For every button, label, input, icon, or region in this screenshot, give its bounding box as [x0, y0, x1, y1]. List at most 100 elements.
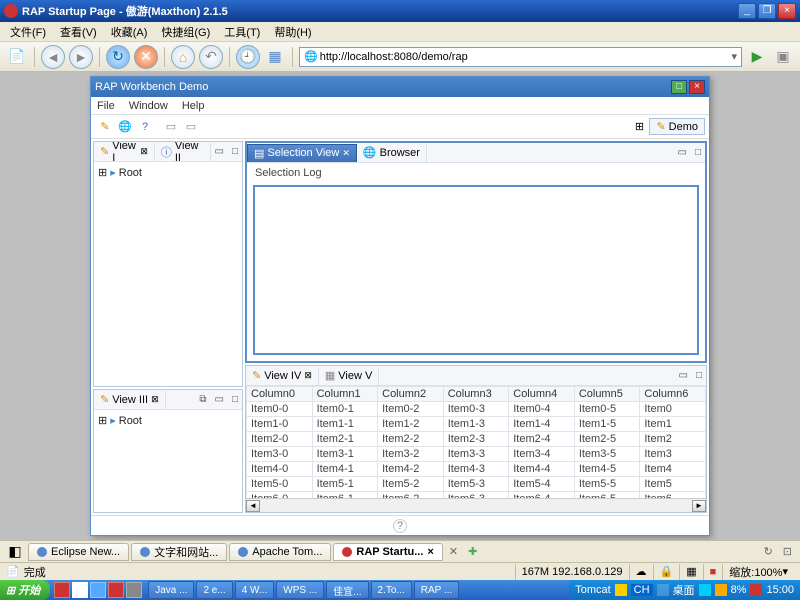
sidebar-button[interactable]: ▣	[772, 46, 794, 68]
undo-button[interactable]: ↶	[199, 45, 223, 69]
close-tab-icon[interactable]: ×	[427, 546, 433, 558]
table-row[interactable]: Item0-0Item0-1Item0-2Item0-3Item0-4Item0…	[247, 402, 706, 417]
table-row[interactable]: Item2-0Item2-1Item2-2Item2-3Item2-4Item2…	[247, 432, 706, 447]
url-input[interactable]	[320, 51, 730, 63]
feeds-button[interactable]: ▦	[264, 46, 286, 68]
minimize-view-button[interactable]: ▭	[675, 370, 692, 381]
ql-icon[interactable]	[72, 582, 88, 598]
help-icon[interactable]: ?	[393, 519, 407, 533]
status-zoom[interactable]: 缩放:100% ▾	[722, 564, 794, 580]
column-header[interactable]: Column6	[640, 387, 706, 402]
menu-groups[interactable]: 快捷组(G)	[155, 22, 216, 42]
close-icon[interactable]: ⊠	[304, 370, 312, 381]
maximize-view-button[interactable]: □	[228, 146, 242, 157]
table-row[interactable]: Item3-0Item3-1Item3-2Item3-3Item3-4Item3…	[247, 447, 706, 462]
menu-file[interactable]: 文件(F)	[4, 22, 52, 42]
address-bar[interactable]: 🌐 ▾	[299, 47, 742, 67]
selection-log-area[interactable]	[253, 185, 699, 355]
table-row[interactable]: Item1-0Item1-1Item1-2Item1-3Item1-4Item1…	[247, 417, 706, 432]
tree-node-root[interactable]: ⊞▸Root	[98, 414, 238, 427]
browser-tab[interactable]: 文字和网站...	[131, 543, 227, 561]
ql-icon[interactable]	[126, 582, 142, 598]
ql-icon[interactable]	[108, 582, 124, 598]
scroll-right-button[interactable]: ►	[692, 500, 706, 512]
close-tab-icon[interactable]: ✕	[445, 545, 462, 558]
rap-close-button[interactable]: ×	[689, 80, 705, 94]
start-button[interactable]: ⊞开始	[0, 580, 50, 600]
menu-tools[interactable]: 工具(T)	[218, 22, 266, 42]
expand-icon[interactable]: ⊞	[98, 166, 107, 179]
tab-view4[interactable]: ✎View IV⊠	[246, 367, 319, 385]
menu-favorites[interactable]: 收藏(A)	[105, 22, 154, 42]
minimize-view-button[interactable]: ▭	[674, 147, 691, 158]
expand-icon[interactable]: ⊞	[98, 414, 107, 427]
tray-ime[interactable]: CH	[631, 584, 653, 596]
task-button[interactable]: WPS ...	[276, 581, 324, 599]
horizontal-scrollbar[interactable]: ◄ ►	[246, 498, 706, 512]
task-button[interactable]: 佳宜...	[326, 581, 368, 599]
tab-list-button[interactable]: ◧	[4, 541, 26, 563]
view-menu-button[interactable]: ⧉	[195, 394, 210, 405]
restore-tab-icon[interactable]: ↻	[760, 545, 777, 558]
tree-node-root[interactable]: ⊞▸Root	[98, 166, 238, 179]
tree-view3[interactable]: ⊞▸Root	[94, 410, 242, 512]
globe-icon[interactable]: 🌐	[116, 118, 134, 136]
tab-view3[interactable]: ✎View III⊠	[94, 391, 166, 409]
rap-menu-window[interactable]: Window	[129, 100, 168, 112]
tray-tomcat[interactable]: Tomcat	[575, 584, 610, 596]
back-button[interactable]: ◄	[41, 45, 65, 69]
stop-button[interactable]: ✕	[134, 45, 158, 69]
dropdown-icon[interactable]: ▾	[729, 50, 739, 63]
tree-view1[interactable]: ⊞▸Root	[94, 162, 242, 386]
tab-browser[interactable]: 🌐Browser	[357, 144, 427, 162]
brush-icon[interactable]: ✎	[96, 118, 114, 136]
browser-tab[interactable]: Eclipse New...	[28, 543, 129, 561]
perspective-button[interactable]: ✎ Demo	[649, 118, 705, 135]
ql-icon[interactable]	[90, 582, 106, 598]
table-row[interactable]: Item6-0Item6-1Item6-2Item6-3Item6-4Item6…	[247, 492, 706, 498]
browser-tab[interactable]: Apache Tom...	[229, 543, 331, 561]
open-perspective-icon[interactable]: ⊞	[630, 118, 648, 136]
help-icon[interactable]: ?	[136, 118, 154, 136]
maximize-view-button[interactable]: □	[691, 147, 705, 158]
column-header[interactable]: Column0	[247, 387, 313, 402]
column-header[interactable]: Column1	[312, 387, 378, 402]
close-icon[interactable]: ⊠	[140, 146, 148, 157]
table-row[interactable]: Item4-0Item4-1Item4-2Item4-3Item4-4Item4…	[247, 462, 706, 477]
ql-icon[interactable]	[54, 582, 70, 598]
minimize-view-button[interactable]: ▭	[211, 394, 228, 405]
tray-icon[interactable]	[715, 584, 727, 596]
scroll-left-button[interactable]: ◄	[246, 500, 260, 512]
tray-desktop[interactable]: 桌面	[673, 582, 695, 598]
data-table[interactable]: Column0Column1Column2Column3Column4Colum…	[246, 386, 706, 498]
minimize-button[interactable]: _	[738, 3, 756, 19]
close-icon[interactable]: ✕	[342, 148, 350, 159]
tab-view1[interactable]: ✎View I⊠	[94, 143, 155, 161]
tab-view5[interactable]: ▦View V	[319, 367, 379, 385]
new-tab-button[interactable]: 📄	[6, 46, 28, 68]
rap-maximize-button[interactable]: □	[671, 80, 687, 94]
tray-icon[interactable]	[615, 584, 627, 596]
new-tab-icon[interactable]: ✚	[464, 545, 481, 558]
tray-icon[interactable]	[699, 584, 711, 596]
close-icon[interactable]: ⊠	[151, 394, 159, 405]
tab-view2[interactable]: ⓘView II	[155, 143, 211, 161]
file-icon[interactable]: ▭	[162, 118, 180, 136]
forward-button[interactable]: ►	[69, 45, 93, 69]
menu-help[interactable]: 帮助(H)	[268, 22, 317, 42]
reload-button[interactable]: ↻	[106, 45, 130, 69]
tab-selection-view[interactable]: ▤Selection View✕	[247, 144, 357, 162]
tray-icon[interactable]	[750, 584, 762, 596]
minimize-view-button[interactable]: ▭	[211, 146, 228, 157]
task-button[interactable]: 2 e...	[196, 581, 232, 599]
rap-menu-help[interactable]: Help	[182, 100, 205, 112]
go-button[interactable]: ▶	[746, 46, 768, 68]
maximize-view-button[interactable]: □	[228, 394, 242, 405]
doc-icon[interactable]: ▭	[182, 118, 200, 136]
tray-icon[interactable]	[657, 584, 669, 596]
browser-tab[interactable]: RAP Startu...×	[333, 543, 442, 561]
column-header[interactable]: Column5	[574, 387, 640, 402]
system-tray[interactable]: Tomcat CH 桌面 8% 15:00	[569, 580, 800, 600]
home-button[interactable]: ⌂	[171, 45, 195, 69]
history-button[interactable]: 🕘	[236, 45, 260, 69]
